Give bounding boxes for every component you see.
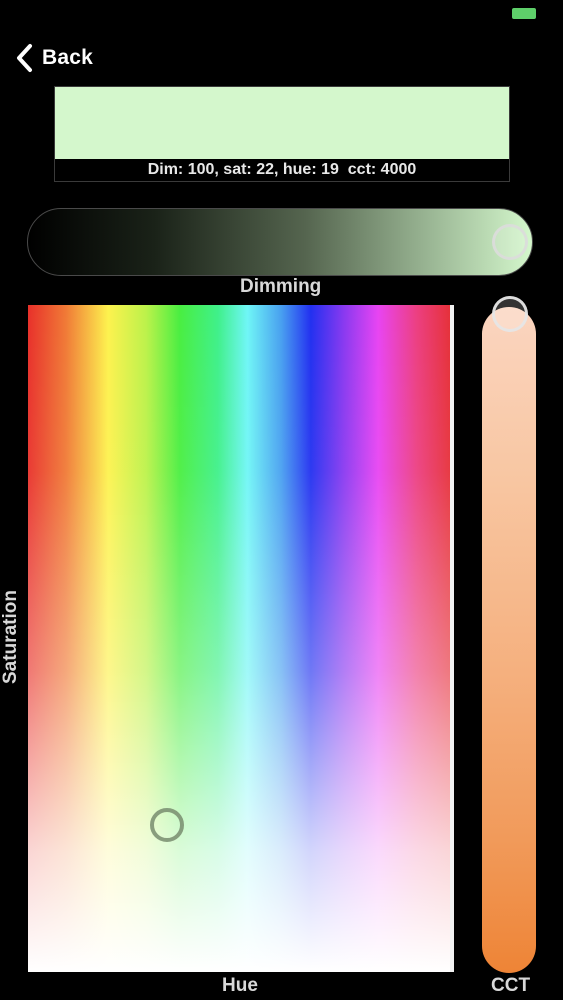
picker-edge: [450, 305, 454, 972]
color-info-text: Dim: 100, sat: 22, hue: 19 cct: 4000: [55, 159, 509, 181]
color-preview: Dim: 100, sat: 22, hue: 19 cct: 4000: [54, 86, 510, 182]
color-swatch: [55, 87, 509, 159]
cct-slider-thumb[interactable]: [492, 296, 528, 332]
cct-label: CCT: [491, 975, 531, 996]
dimming-slider-thumb[interactable]: [492, 224, 528, 260]
back-button[interactable]: Back: [14, 42, 93, 74]
hue-saturation-picker[interactable]: [28, 305, 450, 972]
cct-slider[interactable]: [482, 307, 536, 973]
chevron-left-icon: [14, 43, 36, 73]
dimming-label: Dimming: [240, 276, 322, 297]
dimming-slider[interactable]: [27, 208, 533, 276]
saturation-label: Saturation: [0, 590, 21, 684]
back-label: Back: [42, 46, 94, 69]
battery-icon: [512, 8, 536, 19]
hue-label: Hue: [222, 975, 258, 996]
